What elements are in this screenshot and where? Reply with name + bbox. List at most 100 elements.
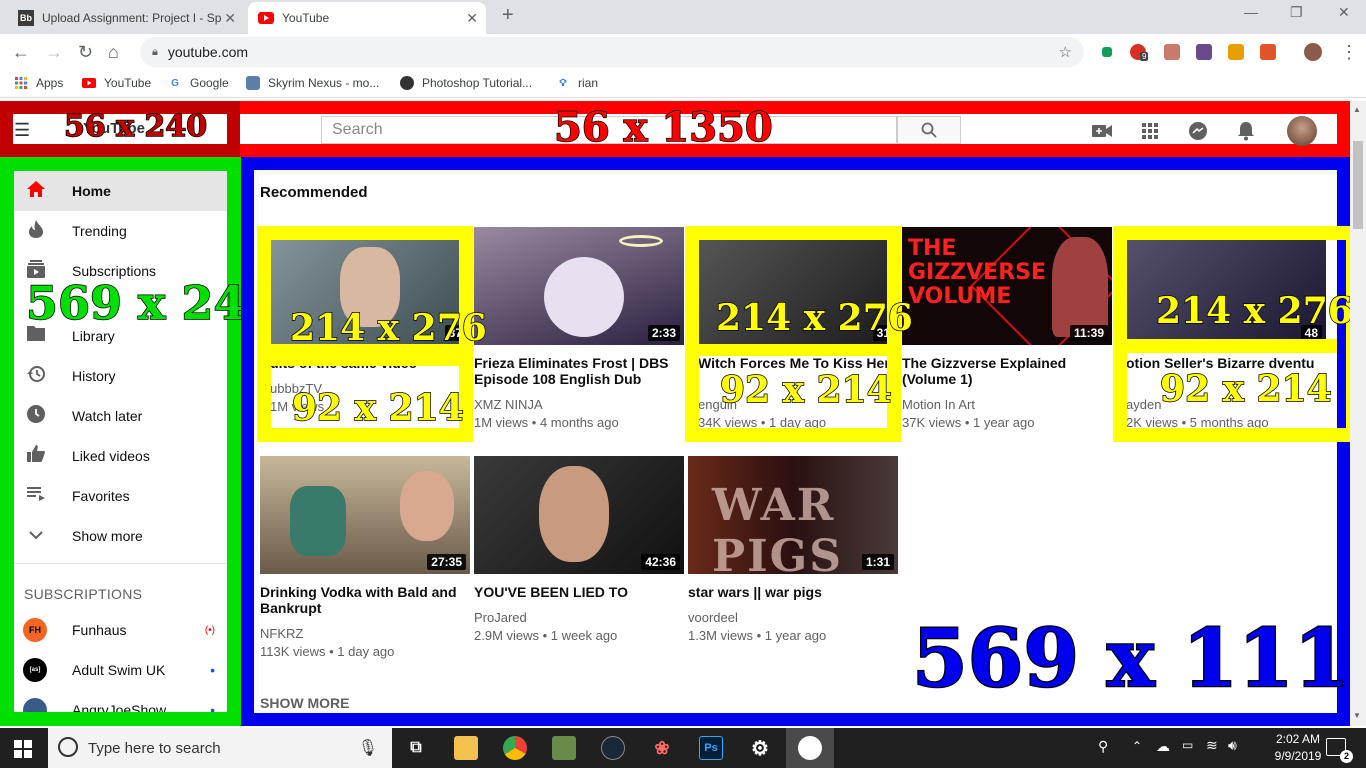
- page-scrollbar[interactable]: ▲ ▼: [1350, 101, 1366, 726]
- tab-youtube[interactable]: YouTube ✕: [248, 2, 486, 34]
- url-text: youtube.com: [167, 44, 249, 60]
- scrollbar-thumb[interactable]: [1353, 141, 1363, 229]
- wifi-icon[interactable]: ≋: [1206, 737, 1218, 754]
- bookmark-star-icon[interactable]: ☆: [1059, 43, 1072, 61]
- volume-icon[interactable]: 🔊︎: [1228, 737, 1237, 754]
- hamburger-menu-icon[interactable]: ☰: [14, 120, 30, 141]
- new-tab-icon[interactable]: +: [502, 4, 514, 27]
- video-title[interactable]: Frieza Eliminates Frost | DBS Episode 10…: [474, 355, 684, 387]
- video-duration: 11:39: [1069, 325, 1108, 341]
- notifications-bell-icon[interactable]: [1234, 120, 1258, 142]
- meta-dimension-label: 92 x 214: [1159, 368, 1332, 410]
- video-title[interactable]: star wars || war pigs: [688, 584, 898, 600]
- minecraft-icon[interactable]: [552, 736, 576, 760]
- bookmark-apps[interactable]: Apps: [14, 76, 63, 90]
- video-title[interactable]: The Gizzverse Explained (Volume 1): [902, 355, 1112, 387]
- trophy-extension-icon[interactable]: [1228, 44, 1244, 60]
- close-icon[interactable]: ✕: [466, 10, 478, 27]
- bookmark-skyrim-nexus[interactable]: Skyrim Nexus - mo...: [246, 76, 379, 90]
- video-thumbnail[interactable]: THE GIZZVERSE VOLUME 11:39: [902, 227, 1112, 345]
- tray-chevron-up-icon[interactable]: ⌃: [1132, 739, 1142, 753]
- photos-app-icon[interactable]: [798, 736, 822, 760]
- video-channel[interactable]: XMZ NINJA: [474, 396, 684, 414]
- task-view-icon[interactable]: ⧉: [404, 736, 428, 760]
- close-icon[interactable]: ✕: [224, 10, 236, 27]
- recommended-heading: Recommended: [260, 184, 368, 201]
- subscription-angryjoeshow[interactable]: AngryJoeShow •: [14, 690, 227, 718]
- sidebar-item-label: Favorites: [72, 488, 130, 504]
- sidebar-item-home[interactable]: Home: [14, 171, 227, 211]
- video-channel[interactable]: NFKRZ: [260, 625, 470, 643]
- microphone-icon[interactable]: 🎙︎: [358, 738, 378, 758]
- messages-icon[interactable]: [1186, 120, 1210, 142]
- show-more-button[interactable]: SHOW MORE: [260, 695, 349, 711]
- paint-app-icon[interactable]: ❀: [650, 736, 674, 760]
- sidebar-divider: [14, 563, 227, 564]
- sidebar-nav: Home Trending Subscriptions Library Hist…: [0, 157, 241, 726]
- account-avatar[interactable]: [1287, 116, 1317, 146]
- sidebar-item-liked-videos[interactable]: Liked videos: [14, 436, 227, 476]
- settings-gear-icon[interactable]: ⚙︎: [748, 736, 772, 760]
- video-thumbnail[interactable]: 27:35: [260, 456, 470, 574]
- search-button[interactable]: [897, 116, 961, 144]
- video-channel[interactable]: Motion In Art: [902, 396, 1112, 414]
- subscription-adult-swim-uk[interactable]: [as] Adult Swim UK •: [14, 650, 227, 690]
- video-thumbnail[interactable]: WAR PIGS 1:31: [688, 456, 898, 574]
- create-video-icon[interactable]: [1090, 120, 1114, 142]
- system-clock[interactable]: 2:02 AM 9/9/2019: [1268, 731, 1328, 765]
- subscription-label: AngryJoeShow: [72, 702, 167, 718]
- photoshop-icon[interactable]: Ps: [699, 736, 723, 760]
- pdf-extension-icon[interactable]: [1164, 44, 1180, 60]
- reload-icon[interactable]: ↻: [78, 42, 93, 62]
- game-extension-icon[interactable]: [1196, 44, 1212, 60]
- video-channel[interactable]: voordeel: [688, 609, 898, 627]
- video-channel[interactable]: ProJared: [474, 609, 684, 627]
- address-bar[interactable]: 🔒︎ youtube.com ☆: [140, 37, 1084, 67]
- windows-taskbar: Type here to search 🎙︎ ⧉ ❀ Ps ⚙︎ ⚲ ⌃ ☁︎ …: [0, 728, 1366, 768]
- sidebar-item-show-more[interactable]: Show more: [14, 516, 227, 556]
- onedrive-cloud-icon[interactable]: ☁︎: [1156, 738, 1170, 755]
- sidebar-item-trending[interactable]: Trending: [14, 211, 227, 251]
- tab-blackboard[interactable]: Bb Upload Assignment: Project I - Sp ✕: [8, 2, 244, 34]
- back-icon[interactable]: ←: [12, 42, 30, 62]
- taskbar-search-placeholder: Type here to search: [88, 739, 221, 757]
- window-close-icon[interactable]: ✕: [1338, 4, 1350, 21]
- people-icon[interactable]: ⚲: [1098, 738, 1108, 755]
- steam-icon[interactable]: [601, 736, 625, 760]
- megaphone-extension-icon[interactable]: [1260, 44, 1276, 60]
- action-center-icon[interactable]: 2: [1326, 738, 1353, 763]
- angryjoeshow-avatar: [23, 698, 47, 712]
- search-placeholder: Search: [332, 121, 383, 138]
- history-icon: [24, 365, 48, 388]
- battery-icon[interactable]: ▭: [1182, 738, 1193, 752]
- chrome-icon[interactable]: [503, 736, 527, 760]
- subscription-funhaus[interactable]: FH Funhaus (•): [14, 610, 227, 650]
- video-thumbnail[interactable]: 42:36: [474, 456, 684, 574]
- bookmark-rian[interactable]: 💡︎ rian: [556, 76, 599, 90]
- taskbar-search-input[interactable]: Type here to search 🎙︎: [48, 728, 392, 768]
- sidebar-item-favorites[interactable]: Favorites: [14, 476, 227, 516]
- home-icon[interactable]: ⌂: [108, 42, 119, 62]
- forward-icon[interactable]: →: [45, 42, 63, 62]
- video-duration: 42:36: [641, 554, 680, 570]
- sidebar-item-watch-later[interactable]: Watch later: [14, 396, 227, 436]
- restore-icon[interactable]: ❐: [1290, 4, 1303, 21]
- video-title[interactable]: Drinking Vodka with Bald and Bankrupt: [260, 584, 470, 616]
- new-content-dot: •: [210, 662, 215, 678]
- video-thumbnail[interactable]: 2:33: [474, 227, 684, 345]
- file-explorer-icon[interactable]: [454, 736, 478, 760]
- profile-avatar[interactable]: [1304, 43, 1322, 61]
- scroll-up-icon[interactable]: ▲: [1353, 105, 1361, 114]
- scroll-down-icon[interactable]: ▼: [1353, 711, 1361, 720]
- minimize-icon[interactable]: —: [1244, 4, 1258, 20]
- video-title[interactable]: YOU'VE BEEN LIED TO: [474, 584, 684, 600]
- sidebar-item-history[interactable]: History: [14, 356, 227, 396]
- bookmark-google[interactable]: G Google: [168, 76, 229, 90]
- bookmark-photoshop[interactable]: Photoshop Tutorial...: [400, 76, 532, 90]
- apps-grid-icon[interactable]: [1138, 120, 1162, 142]
- menu-kebab-icon[interactable]: ⋮: [1340, 42, 1358, 62]
- extension-green-icon[interactable]: [1102, 47, 1112, 57]
- clock-time: 2:02 AM: [1275, 732, 1321, 746]
- windows-start-icon[interactable]: [14, 740, 32, 761]
- bookmark-youtube[interactable]: YouTube: [82, 76, 151, 90]
